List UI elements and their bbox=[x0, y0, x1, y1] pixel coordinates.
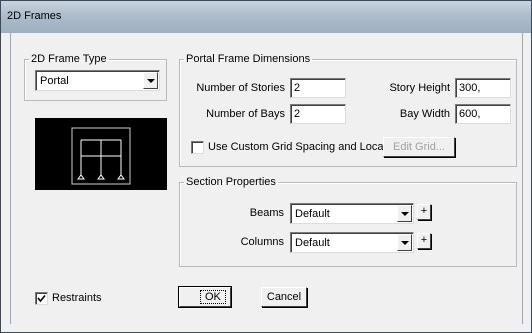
window-title: 2D Frames bbox=[7, 10, 62, 22]
ok-button-label: OK bbox=[200, 290, 226, 304]
stories-label: Number of Stories bbox=[196, 82, 285, 94]
beams-value: Default bbox=[295, 208, 330, 220]
chevron-down-icon[interactable] bbox=[143, 72, 158, 89]
stories-input[interactable]: 2 bbox=[290, 78, 346, 98]
chevron-down-icon[interactable] bbox=[397, 205, 412, 222]
section-properties-legend: Section Properties bbox=[186, 176, 276, 188]
custom-grid-checkbox[interactable] bbox=[191, 141, 204, 154]
columns-select[interactable]: Default bbox=[290, 232, 414, 253]
restraints-checkbox[interactable] bbox=[35, 292, 48, 305]
chevron-down-icon[interactable] bbox=[397, 234, 412, 251]
frame-preview bbox=[35, 118, 167, 190]
portal-frame-diagram-icon bbox=[71, 127, 131, 185]
frame-type-value: Portal bbox=[40, 75, 69, 87]
beams-add-button[interactable]: + bbox=[417, 204, 431, 220]
story-height-label: Story Height bbox=[389, 82, 450, 94]
bays-label: Number of Bays bbox=[206, 108, 285, 120]
cancel-button[interactable]: Cancel bbox=[261, 287, 307, 307]
title-bar[interactable]: 2D Frames bbox=[1, 1, 531, 33]
restraints-label[interactable]: Restraints bbox=[52, 292, 102, 304]
dialog-window: 2D Frames 2D Frame Type Portal Portal Fr… bbox=[0, 0, 532, 333]
bay-width-input[interactable]: 600, bbox=[455, 104, 511, 124]
story-height-input[interactable]: 300, bbox=[455, 78, 511, 98]
beams-select[interactable]: Default bbox=[290, 203, 414, 224]
ok-button[interactable]: OK bbox=[178, 286, 232, 308]
bay-width-label: Bay Width bbox=[399, 108, 450, 120]
edit-grid-button[interactable]: Edit Grid... bbox=[383, 137, 455, 157]
columns-value: Default bbox=[295, 237, 330, 249]
columns-label: Columns bbox=[240, 236, 284, 248]
columns-add-button[interactable]: + bbox=[417, 233, 431, 249]
check-mark-icon bbox=[37, 294, 46, 303]
portal-dimensions-legend: Portal Frame Dimensions bbox=[186, 53, 311, 65]
frame-type-select[interactable]: Portal bbox=[35, 70, 160, 91]
beams-label: Beams bbox=[249, 207, 284, 219]
bays-input[interactable]: 2 bbox=[290, 104, 346, 124]
dialog-client-area: 2D Frame Type Portal Portal Frame Dimens… bbox=[10, 33, 523, 324]
frame-type-legend: 2D Frame Type bbox=[31, 53, 107, 65]
